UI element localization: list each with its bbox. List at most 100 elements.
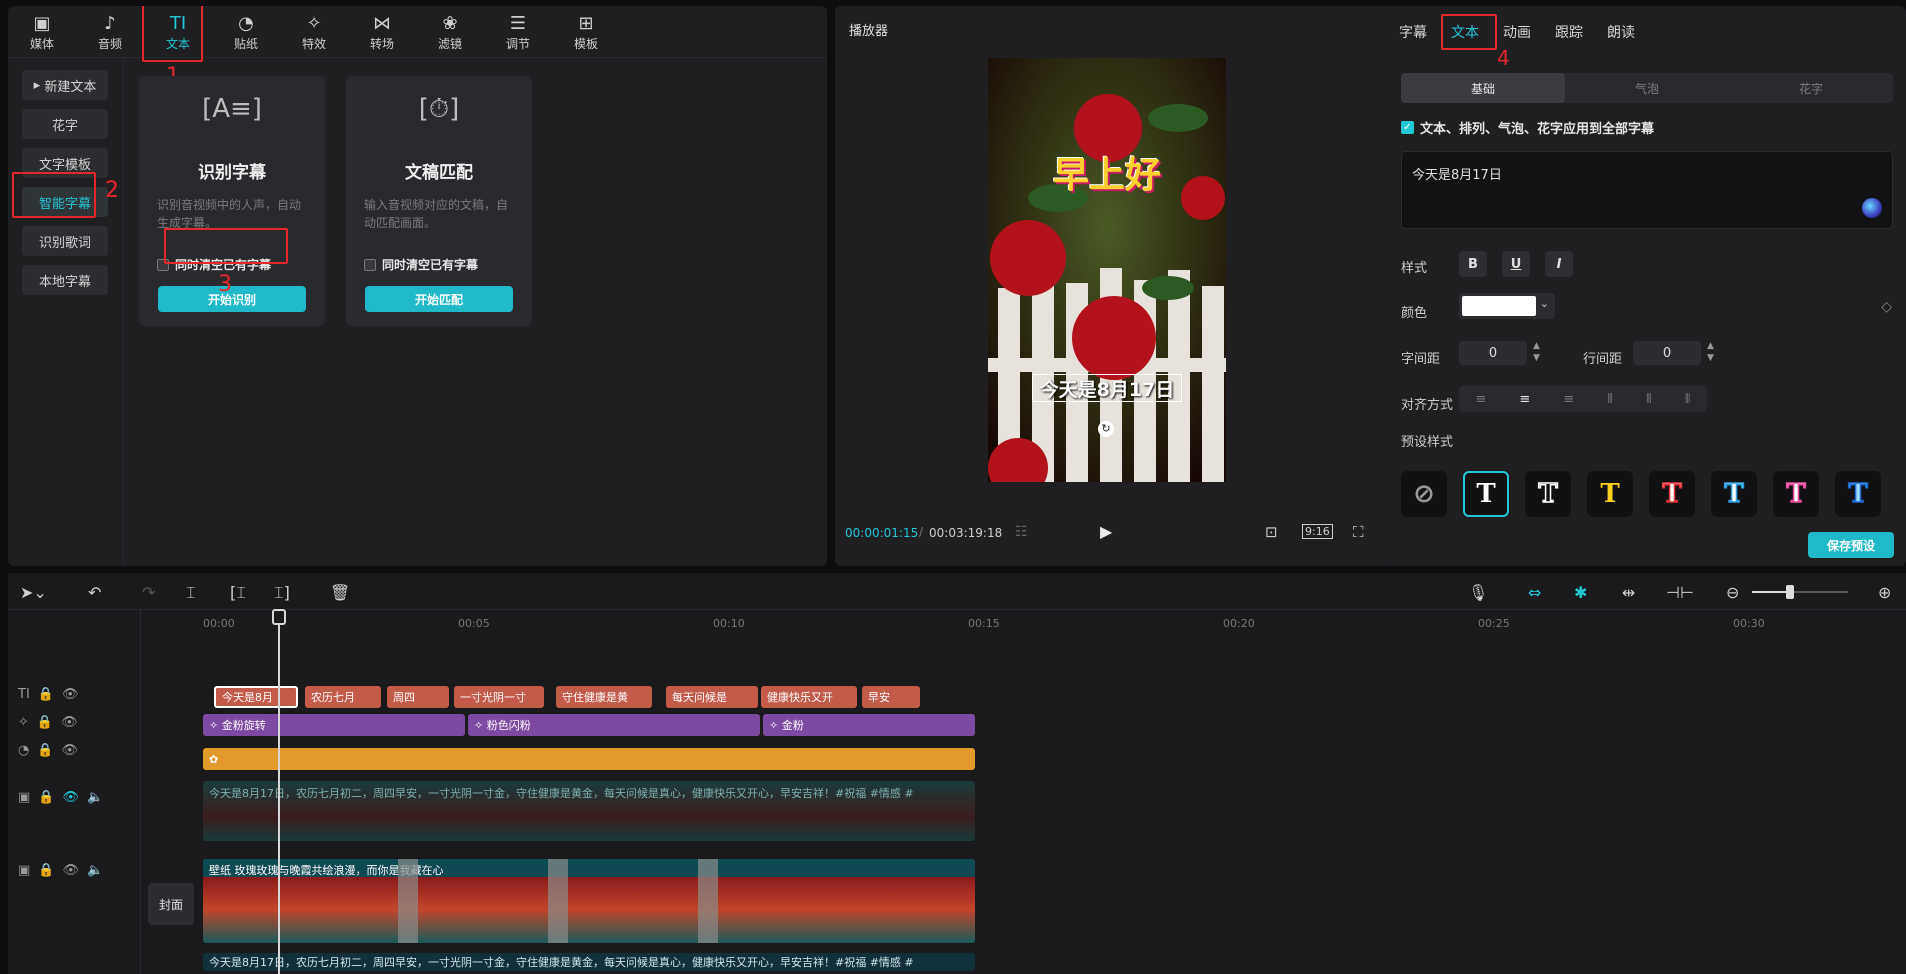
line-spacing-input[interactable]: 0 [1633, 341, 1701, 365]
video-subtitle-box[interactable]: 今天是8月17日 [1032, 374, 1182, 402]
start-match-button[interactable]: 开始匹配 [365, 286, 513, 312]
color-swatch[interactable] [1462, 296, 1536, 316]
lock-icon[interactable]: 🔒 [37, 715, 53, 730]
keyframe-icon[interactable]: ◇ [1881, 299, 1892, 315]
fullscreen-icon[interactable]: ⛶ [1353, 523, 1364, 541]
lock-icon[interactable]: 🔒 [38, 790, 54, 805]
save-preset-button[interactable]: 保存预设 [1808, 532, 1894, 558]
microphone-icon[interactable]: 🎙 [1468, 583, 1488, 602]
subtitle-audio-clip[interactable]: 今天是8月17日，农历七月初二，周四早安，一寸光阴一寸金，守住健康是黄金，每天问… [203, 953, 975, 971]
sidebar-item-lyrics[interactable]: 识别歌词 [22, 226, 108, 256]
lock-icon[interactable]: 🔒 [37, 743, 53, 758]
tool-audio[interactable]: ♪ 音频 [76, 6, 144, 58]
color-picker[interactable]: ⌄ [1459, 293, 1555, 319]
bold-button[interactable]: B [1459, 251, 1487, 277]
eye-icon[interactable]: 👁 [62, 687, 79, 702]
effect-clip[interactable]: ✧ 金粉旋转 [203, 714, 465, 736]
overlay-video-clip[interactable]: 今天是8月17日，农历七月初二，周四早安，一寸光阴一寸金，守住健康是黄金，每天问… [203, 781, 975, 841]
lock-icon[interactable]: 🔒 [38, 863, 54, 878]
play-button[interactable]: ▶ [1100, 522, 1112, 541]
zoom-slider[interactable] [1752, 585, 1848, 599]
letter-spacing-stepper[interactable]: ▲ ▼ [1533, 340, 1540, 364]
transition-marker[interactable] [398, 859, 418, 943]
tool-transition[interactable]: ⋈ 转场 [348, 6, 416, 58]
subtab-fancy[interactable]: 花字 [1729, 73, 1893, 103]
preset-blue-outline[interactable]: T [1711, 471, 1757, 517]
preset-outline[interactable]: T [1525, 471, 1571, 517]
eye-icon[interactable]: 👁 [61, 715, 78, 730]
tool-template[interactable]: ⊞ 模板 [552, 6, 620, 58]
sidebar-item-local-subtitle[interactable]: 本地字幕 [22, 265, 108, 295]
preset-white[interactable]: T [1463, 471, 1509, 517]
text-clip[interactable]: 今天是8月 [214, 686, 298, 708]
italic-button[interactable]: I [1545, 251, 1573, 277]
effect-clip[interactable]: ✧ 粉色闪粉 [468, 714, 760, 736]
eye-icon[interactable]: 👁 [62, 743, 79, 758]
preview-axis-icon[interactable]: ⇹ [1622, 583, 1635, 602]
zoom-slider-handle[interactable] [1786, 585, 1794, 599]
tool-filter[interactable]: ❀ 滤镜 [416, 6, 484, 58]
checkbox-box[interactable] [364, 258, 376, 271]
split-left-icon[interactable]: [⌶ [230, 583, 246, 603]
align-bottom-icon[interactable]: ⦀ [1685, 392, 1691, 407]
main-video-clip[interactable]: 壁纸 玫瑰玫瑰与晚霞共绘浪漫，而你是我藏在心 [203, 859, 975, 943]
fit-view-icon[interactable]: ⊡ [1265, 523, 1278, 541]
align-middle-icon[interactable]: ⦀ [1646, 392, 1652, 407]
redo-icon[interactable]: ↷ [142, 583, 155, 602]
preset-none-icon[interactable]: ⊘ [1401, 471, 1447, 517]
tab-read-aloud[interactable]: 朗读 [1607, 22, 1635, 42]
text-clip[interactable]: 每天问候是 [666, 686, 758, 708]
magnet-snap-icon[interactable]: ⇔ [1528, 583, 1541, 602]
tab-tracking[interactable]: 跟踪 [1555, 22, 1583, 42]
playhead-handle[interactable] [272, 609, 286, 625]
text-clip[interactable]: 农历七月 [305, 686, 381, 708]
text-clip[interactable]: 健康快乐又开 [761, 686, 857, 708]
aspect-ratio-button[interactable]: 9:16 [1302, 524, 1333, 539]
zoom-in-icon[interactable]: ⊕ [1878, 583, 1891, 602]
text-clip[interactable]: 周四 [387, 686, 449, 708]
tool-sticker[interactable]: ◔ 贴纸 [212, 6, 280, 58]
align-right-icon[interactable]: ≡ [1563, 392, 1574, 407]
letter-spacing-input[interactable]: 0 [1459, 341, 1527, 365]
transition-marker[interactable] [548, 859, 568, 943]
align-left-icon[interactable]: ≡ [1476, 392, 1487, 407]
time-ruler[interactable]: 00:00 00:05 00:10 00:15 00:20 00:25 00:3… [203, 617, 1906, 635]
apply-all-checkbox[interactable]: ✓ 文本、排列、气泡、花字应用到全部字幕 [1401, 118, 1654, 137]
select-tool-icon[interactable]: ➤⌄ [20, 583, 47, 602]
align-center-icon[interactable]: ≡ [1519, 392, 1530, 407]
subtab-bubble[interactable]: 气泡 [1565, 73, 1729, 103]
tool-adjust[interactable]: ☰ 调节 [484, 6, 552, 58]
effect-clip[interactable]: ✧ 金粉 [763, 714, 975, 736]
preset-yellow[interactable]: T [1587, 471, 1633, 517]
split-icon[interactable]: ⌶ [186, 583, 196, 603]
zoom-out-icon[interactable]: ⊖ [1726, 583, 1739, 602]
video-preview[interactable]: 早上好 今天是8月17日 ↻ [988, 58, 1226, 482]
subtab-basic[interactable]: 基础 [1401, 73, 1565, 103]
speaker-icon[interactable]: 🔈 [87, 790, 103, 805]
tab-animation[interactable]: 动画 [1503, 22, 1531, 42]
preset-blue[interactable]: T [1835, 471, 1881, 517]
text-clip[interactable]: 守住健康是黄 [556, 686, 652, 708]
clear-existing-checkbox[interactable]: 同时清空已有字幕 [364, 256, 478, 273]
tab-subtitle[interactable]: 字幕 [1399, 22, 1427, 42]
start-recognize-button[interactable]: 开始识别 [158, 286, 306, 312]
text-clip[interactable]: 早安 [862, 686, 920, 708]
eye-icon[interactable]: 👁 [62, 790, 79, 805]
ai-assistant-icon[interactable] [1862, 198, 1882, 218]
transition-marker[interactable] [698, 859, 718, 943]
align-clip-icon[interactable]: ⊣⊢ [1666, 583, 1694, 602]
subtitle-text-input[interactable]: 今天是8月17日 [1401, 151, 1893, 229]
line-spacing-stepper[interactable]: ▲ ▼ [1707, 340, 1714, 364]
underline-button[interactable]: U [1502, 251, 1530, 277]
sidebar-item-new-text[interactable]: ▸ 新建文本 [22, 70, 108, 100]
speaker-icon[interactable]: 🔈 [87, 863, 103, 878]
lock-icon[interactable]: 🔒 [38, 687, 54, 702]
text-clip[interactable]: 一寸光阴一寸 [454, 686, 544, 708]
undo-icon[interactable]: ↶ [88, 583, 101, 602]
eye-icon[interactable]: 👁 [62, 863, 79, 878]
checkmark-icon[interactable]: ✓ [1401, 121, 1414, 134]
grid-icon[interactable]: ☷ [1015, 524, 1028, 540]
split-right-icon[interactable]: ⌶] [274, 583, 290, 603]
tool-media[interactable]: ▣ 媒体 [8, 6, 76, 58]
tool-effects[interactable]: ✧ 特效 [280, 6, 348, 58]
